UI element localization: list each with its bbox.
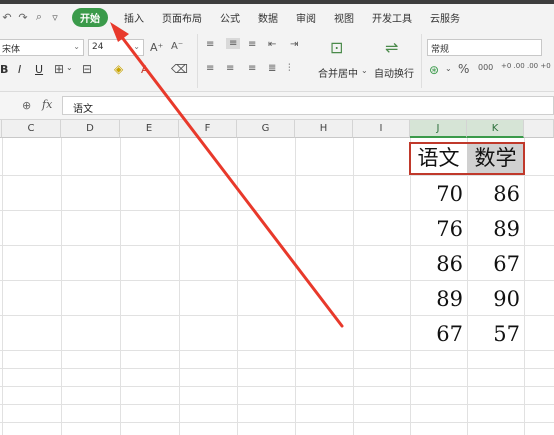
column-header-j[interactable]: J (410, 120, 467, 138)
cell-k5[interactable]: 90 (467, 282, 524, 316)
redo-icon[interactable]: ↷ (18, 11, 28, 24)
percent-button[interactable]: % (458, 62, 469, 76)
align-bottom-icon[interactable]: ≡ (248, 39, 256, 50)
column-header-d[interactable]: D (61, 120, 120, 138)
grid-line (61, 138, 62, 435)
column-header-h[interactable]: H (295, 120, 353, 138)
align-center-icon[interactable]: ≡ (226, 63, 234, 74)
cell-j4[interactable]: 86 (410, 247, 467, 281)
column-header-f[interactable]: F (179, 120, 237, 138)
fill-color-icon[interactable]: ◈ (114, 62, 123, 76)
cell-k6[interactable]: 57 (467, 317, 524, 351)
shrink-font-button[interactable]: A⁻ (171, 41, 183, 52)
cell-j2[interactable]: 70 (410, 177, 467, 211)
customize-toolbar-icon[interactable]: ▿ (50, 11, 60, 24)
currency-icon[interactable]: ⊛ (429, 63, 439, 77)
number-format-value: 常规 (431, 45, 450, 55)
tab-view[interactable]: 视图 (334, 10, 354, 25)
selection-border (409, 142, 525, 175)
column-header-k[interactable]: K (467, 120, 524, 138)
align-top-icon[interactable]: ≡ (206, 39, 214, 50)
grow-font-button[interactable]: A⁺ (150, 41, 163, 54)
menu-bar: ↶ ↷ ⌕ ▿ 开始 插入 页面布局 公式 数据 审阅 视图 开发工具 云服务 (0, 4, 554, 30)
ribbon-home: 宋体 ⌄ 24 ⌄ A⁺ A⁻ B I U ⊞ ⌄ ⊟ ◈ A ⌫ ≡ ≡ ≡ … (0, 30, 554, 92)
bold-button[interactable]: B (0, 63, 8, 76)
formula-input[interactable]: 语文 (62, 96, 554, 115)
font-name-value: 宋体 (2, 45, 21, 55)
font-size-value: 24 (92, 42, 104, 52)
tab-data[interactable]: 数据 (258, 10, 278, 25)
grid-line (0, 368, 554, 369)
column-header-g[interactable]: G (237, 120, 295, 138)
wrap-text-button[interactable]: 自动换行 (374, 65, 414, 80)
grid-line (0, 386, 554, 387)
thousands-separator-button[interactable]: 000 (478, 63, 493, 72)
distributed-icon[interactable]: ⫶ (288, 63, 291, 74)
tab-formulas[interactable]: 公式 (220, 10, 240, 25)
italic-button[interactable]: I (18, 63, 21, 76)
grid-line (237, 138, 238, 435)
grid-line (2, 138, 3, 435)
align-middle-icon[interactable]: ≡ (226, 38, 241, 49)
grid-line (120, 138, 121, 435)
column-header-partial (524, 120, 554, 138)
font-size-select[interactable]: 24 ⌄ (88, 39, 144, 56)
ribbon-separator (197, 34, 198, 88)
spreadsheet-grid[interactable]: 语文 数学 70 86 76 89 86 67 89 90 67 57 (0, 138, 554, 435)
grid-line (353, 138, 354, 435)
border-icon[interactable]: ⊞ (54, 62, 64, 76)
fx-label[interactable]: fx (42, 98, 52, 111)
undo-icon[interactable]: ↶ (2, 11, 12, 24)
font-name-select[interactable]: 宋体 ⌄ (0, 39, 84, 56)
tab-cloud-service[interactable]: 云服务 (430, 10, 460, 25)
cell-j3[interactable]: 76 (410, 212, 467, 246)
column-header-e[interactable]: E (120, 120, 179, 138)
grid-line (0, 404, 554, 405)
cell-k4[interactable]: 67 (467, 247, 524, 281)
grid-line (0, 175, 554, 176)
decrease-decimal-button[interactable]: .00 +0 (527, 62, 551, 70)
grid-line (524, 138, 525, 435)
tab-review[interactable]: 审阅 (296, 10, 316, 25)
chevron-down-icon[interactable]: ⌄ (361, 66, 368, 75)
number-format-select[interactable]: 常规 (427, 39, 542, 56)
column-header-c[interactable]: C (2, 120, 61, 138)
align-right-icon[interactable]: ≡ (248, 63, 256, 74)
underline-button[interactable]: U (35, 63, 43, 76)
merge-center-icon[interactable]: ⊡ (330, 38, 343, 57)
wrap-text-icon[interactable]: ⇌ (385, 38, 398, 57)
merge-center-button[interactable]: 合并居中 (318, 65, 358, 80)
column-header-i[interactable]: I (353, 120, 410, 138)
justify-icon[interactable]: ≣ (268, 63, 276, 74)
ribbon-separator (421, 34, 422, 88)
tab-insert[interactable]: 插入 (124, 10, 144, 25)
tab-home[interactable]: 开始 (72, 7, 108, 27)
chevron-down-icon: ⌄ (133, 42, 140, 51)
quick-access-toolbar: ↶ ↷ ⌕ ▿ (0, 10, 60, 24)
cell-k3[interactable]: 89 (467, 212, 524, 246)
chevron-down-icon: ⌄ (73, 42, 80, 51)
ribbon-tabs: 开始 插入 页面布局 公式 数据 审阅 视图 开发工具 云服务 (72, 7, 478, 27)
font-color-icon[interactable]: A (141, 63, 149, 76)
chevron-down-icon[interactable]: ⌄ (445, 64, 452, 73)
increase-indent-icon[interactable]: ⇥ (290, 39, 298, 50)
increase-decimal-button[interactable]: +0 .00 (501, 62, 525, 70)
cell-k2[interactable]: 86 (467, 177, 524, 211)
tab-page-layout[interactable]: 页面布局 (162, 10, 202, 25)
formula-bar: ⊕ fx 语文 (0, 92, 554, 120)
chevron-down-icon[interactable]: ⌄ (66, 63, 73, 72)
grid-line (0, 422, 554, 423)
tab-developer[interactable]: 开发工具 (372, 10, 412, 25)
zoom-icon[interactable]: ⊕ (22, 99, 31, 112)
cell-j6[interactable]: 67 (410, 317, 467, 351)
grid-line (295, 138, 296, 435)
print-preview-icon[interactable]: ⌕ (34, 10, 44, 24)
align-left-icon[interactable]: ≡ (206, 63, 214, 74)
cell-style-icon[interactable]: ⊟ (82, 62, 92, 76)
decrease-indent-icon[interactable]: ⇤ (268, 39, 276, 50)
clear-format-icon[interactable]: ⌫ (171, 62, 188, 76)
cell-j5[interactable]: 89 (410, 282, 467, 316)
grid-line (179, 138, 180, 435)
